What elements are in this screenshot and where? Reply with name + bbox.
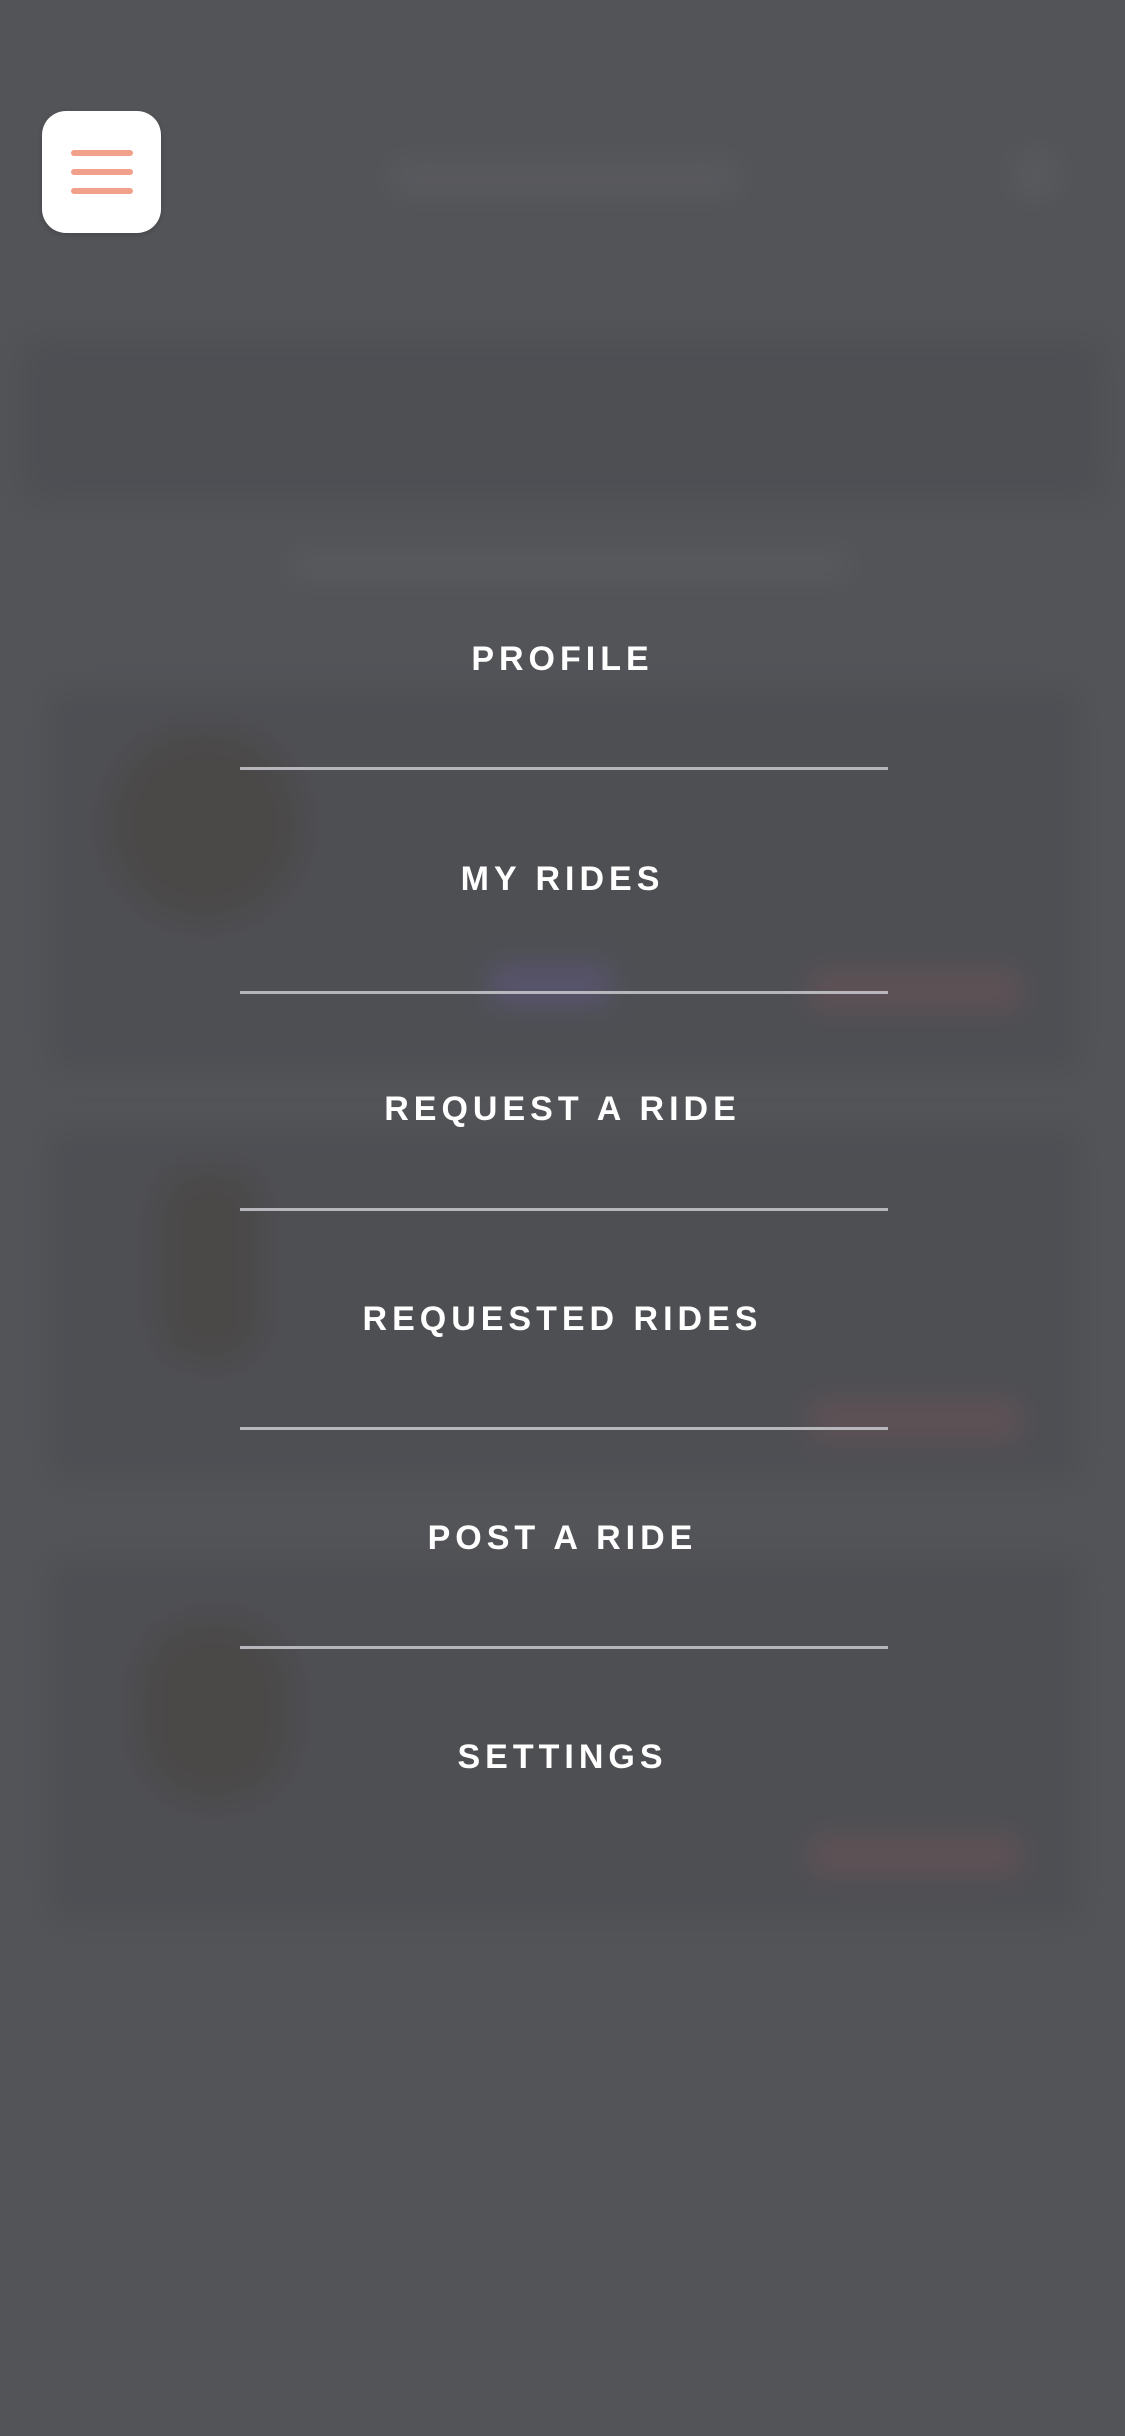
bg-search-bar [20,340,1105,500]
menu-item-label: MY RIDES [460,859,665,898]
menu-divider [240,991,888,994]
menu-item-label: REQUEST A RIDE [384,1089,741,1128]
menu-divider [240,1646,888,1649]
bg-chip-3b [810,1835,1020,1875]
menu-item-post-a-ride[interactable]: POST A RIDE [0,1483,1125,1593]
menu-item-label: SETTINGS [457,1737,668,1776]
menu-item-label: POST A RIDE [427,1518,698,1557]
bg-subtitle [290,550,850,580]
bg-chip-2b [810,1400,1020,1440]
menu-item-request-a-ride[interactable]: REQUEST A RIDE [0,1054,1125,1164]
bg-chip-1b [810,970,1020,1010]
menu-item-profile[interactable]: PROFILE [0,604,1125,714]
menu-toggle-button[interactable] [42,111,161,233]
bg-header-title [390,160,740,196]
menu-divider [240,1208,888,1211]
hamburger-menu-icon [70,150,133,194]
blurred-background-app [0,0,1125,2436]
menu-item-label: REQUESTED RIDES [362,1299,763,1338]
bg-chip-1a [490,965,610,1005]
bg-header-icon [1010,150,1060,200]
menu-item-requested-rides[interactable]: REQUESTED RIDES [0,1264,1125,1374]
menu-item-label: PROFILE [471,639,654,678]
menu-divider [240,1427,888,1430]
menu-divider [240,767,888,770]
menu-item-my-rides[interactable]: MY RIDES [0,824,1125,934]
menu-item-settings[interactable]: SETTINGS [0,1702,1125,1812]
